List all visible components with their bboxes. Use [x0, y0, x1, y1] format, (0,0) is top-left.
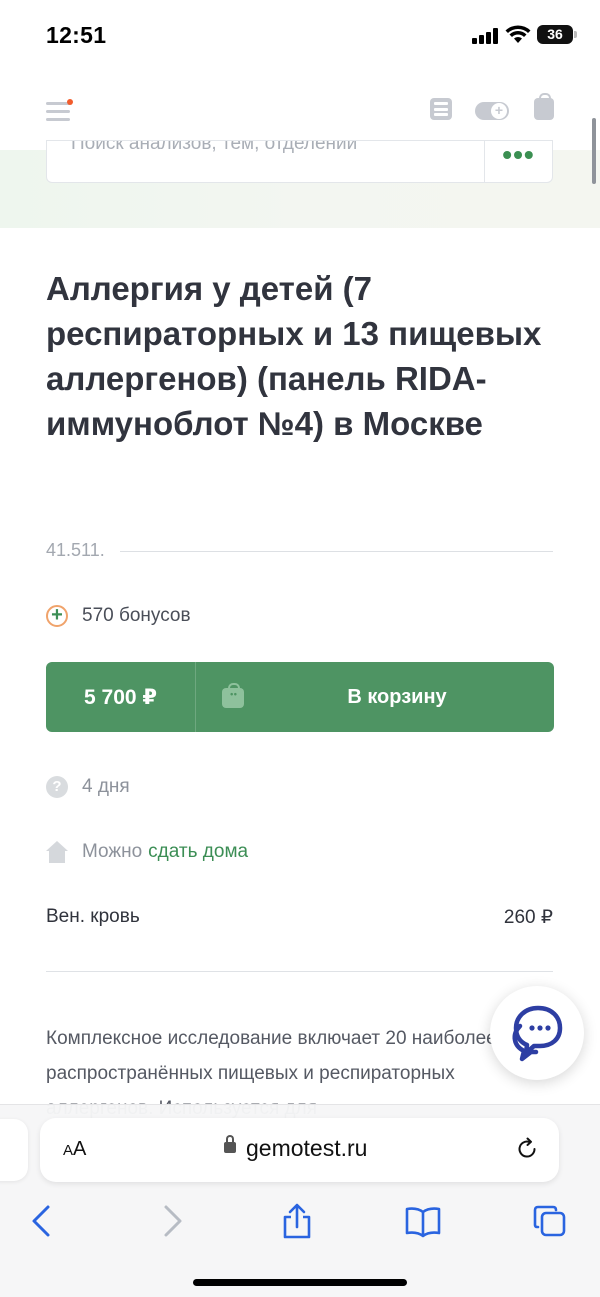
- duration-text: 4 дня: [82, 776, 130, 797]
- sample-row: Вен. кровь 260 ₽: [46, 906, 553, 929]
- sample-label: Вен. кровь: [46, 906, 140, 927]
- more-options-button[interactable]: •••: [484, 141, 552, 182]
- bonus-text: 570 бонусов: [82, 605, 191, 626]
- price-label: 5 700 ₽: [46, 662, 196, 732]
- status-bar: 12:51 36: [0, 0, 600, 72]
- notification-dot: [67, 99, 73, 105]
- chat-button[interactable]: [490, 986, 584, 1080]
- bonus-plus-icon: [46, 604, 68, 627]
- duration-row: ? 4 дня: [46, 776, 130, 798]
- address-bar[interactable]: AA gemotest.ru: [40, 1118, 559, 1182]
- shopping-bag-icon[interactable]: [534, 93, 554, 120]
- search-input[interactable]: Поиск анализов, тем, отделений: [71, 141, 357, 155]
- page-title: Аллергия у детей (7 респираторных и 13 п…: [46, 270, 542, 442]
- lock-icon: [224, 1135, 236, 1153]
- cellular-signal-icon: [472, 28, 498, 44]
- status-time: 12:51: [46, 22, 107, 48]
- back-icon[interactable]: [24, 1203, 60, 1239]
- home-indicator[interactable]: [193, 1279, 407, 1286]
- share-icon[interactable]: [279, 1203, 315, 1239]
- url-text[interactable]: gemotest.ru: [246, 1135, 367, 1162]
- forward-icon[interactable]: [154, 1203, 190, 1239]
- reader-settings-button[interactable]: AA: [63, 1138, 86, 1161]
- add-to-cart-button[interactable]: В корзину: [196, 662, 554, 732]
- bonus-row: 570 бонусов: [46, 603, 191, 629]
- tabs-icon[interactable]: [532, 1203, 568, 1239]
- divider-line: [120, 551, 553, 552]
- bookmarks-icon[interactable]: [405, 1203, 441, 1239]
- previous-tab-preview[interactable]: [0, 1119, 28, 1181]
- add-to-cart-label: В корзину: [347, 685, 447, 708]
- analysis-code-row: 41.511.: [46, 540, 553, 562]
- search-box[interactable]: Поиск анализов, тем, отделений •••: [46, 140, 553, 183]
- shopping-bag-icon: [222, 683, 244, 708]
- toggle-plus-icon[interactable]: [475, 102, 509, 120]
- wifi-icon: [505, 25, 531, 43]
- buy-bar: 5 700 ₽ В корзину: [46, 662, 554, 732]
- home-icon: [46, 841, 68, 863]
- chat-icon: [512, 1005, 563, 1062]
- scroll-indicator: [592, 118, 596, 184]
- browser-toolbar: AA gemotest.ru: [0, 1104, 600, 1297]
- menu-icon[interactable]: [46, 102, 72, 122]
- analysis-code: 41.511.: [46, 540, 115, 560]
- home-sampling-row: Можно сдать дома: [46, 841, 248, 863]
- home-sampling-prefix: Можно: [82, 841, 143, 862]
- home-sampling-link[interactable]: сдать дома: [148, 841, 248, 863]
- sample-price: 260 ₽: [503, 907, 553, 928]
- battery-icon: 36: [537, 25, 577, 44]
- question-icon[interactable]: ?: [46, 776, 68, 798]
- list-icon[interactable]: [430, 98, 452, 120]
- site-header: [0, 72, 600, 150]
- divider: [46, 971, 553, 972]
- search-band: Поиск анализов, тем, отделений •••: [0, 140, 600, 228]
- reload-icon[interactable]: [515, 1137, 539, 1161]
